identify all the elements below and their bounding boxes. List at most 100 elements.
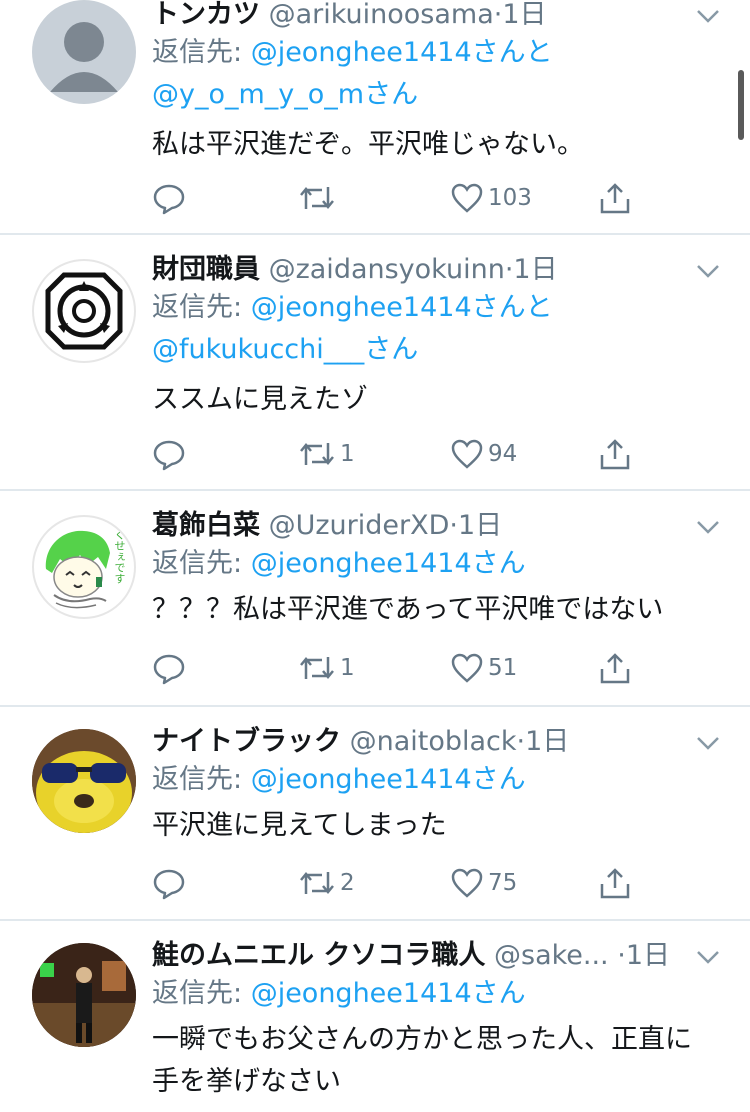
tweet-3[interactable]: くせぇです 葛飾白菜 @UzuriderXD·1日 返信先: @jeonghee… bbox=[0, 491, 750, 707]
retweet-button[interactable]: 1 bbox=[298, 434, 355, 474]
san-suffix[interactable]: さん bbox=[472, 37, 526, 68]
san-suffix[interactable]: さん bbox=[364, 334, 418, 365]
username[interactable]: @naitoblack bbox=[350, 726, 517, 757]
retweet-count: 1 bbox=[340, 655, 355, 681]
san-suffix[interactable]: さん bbox=[472, 548, 526, 579]
tweet-text: ススムに見えたゾ bbox=[152, 384, 368, 415]
share-icon bbox=[600, 868, 630, 899]
like-count: 94 bbox=[488, 441, 518, 467]
share-icon bbox=[600, 183, 630, 214]
san-suffix[interactable]: さん bbox=[472, 292, 526, 323]
timestamp[interactable]: 1日 bbox=[513, 254, 557, 285]
username[interactable]: @UzuriderXD bbox=[269, 510, 450, 541]
mention-link[interactable]: @jeonghee1414 bbox=[251, 978, 472, 1009]
mention-link[interactable]: @jeonghee1414 bbox=[251, 764, 472, 795]
tweet-header: 葛飾白菜 @UzuriderXD·1日 bbox=[152, 509, 720, 543]
username[interactable]: @sake... bbox=[494, 940, 609, 971]
chevron-down-icon[interactable] bbox=[694, 6, 722, 26]
tweet-actions: 2 75 bbox=[152, 863, 642, 903]
reply-icon bbox=[153, 184, 185, 215]
to-suffix: と bbox=[525, 37, 553, 68]
reply-button[interactable] bbox=[152, 434, 186, 474]
mention-link[interactable]: @jeonghee1414 bbox=[251, 292, 472, 323]
like-button[interactable]: 103 bbox=[450, 178, 532, 218]
reply-to-line: 返信先: @jeonghee1414さん bbox=[152, 973, 720, 1015]
tweet-header: 財団職員 @zaidansyokuinn·1日 bbox=[152, 253, 720, 287]
timestamp[interactable]: 1日 bbox=[626, 940, 670, 971]
reply-button[interactable] bbox=[152, 648, 186, 688]
like-count: 51 bbox=[488, 655, 518, 681]
stage-person-icon bbox=[32, 943, 136, 1047]
san-suffix[interactable]: さん bbox=[472, 764, 526, 795]
retweet-button[interactable]: 2 bbox=[298, 863, 355, 903]
reply-to-line: 返信先: @jeonghee1414さん bbox=[152, 759, 720, 801]
chevron-down-icon[interactable] bbox=[694, 947, 722, 967]
tweet-actions: 1 51 bbox=[152, 648, 642, 688]
tweet-text: ？？？私は平沢進であって平沢唯ではない bbox=[152, 594, 664, 625]
timestamp[interactable]: 1日 bbox=[525, 726, 569, 757]
reply-icon bbox=[153, 869, 185, 900]
share-button[interactable] bbox=[598, 648, 632, 688]
share-button[interactable] bbox=[598, 178, 632, 218]
like-button[interactable]: 94 bbox=[450, 434, 517, 474]
display-name[interactable]: ナイトブラック bbox=[152, 726, 341, 757]
like-button[interactable]: 75 bbox=[450, 863, 517, 903]
reply-prefix: 返信先: bbox=[152, 292, 251, 323]
mention-link[interactable]: @jeonghee1414 bbox=[251, 37, 472, 68]
mention-link[interactable]: @jeonghee1414 bbox=[251, 548, 472, 579]
plush-sunglasses-icon bbox=[32, 729, 136, 833]
tweet-1[interactable]: トンカツ @arikuinoosama·1日 返信先: @jeonghee141… bbox=[0, 0, 750, 235]
reply-prefix: 返信先: bbox=[152, 764, 251, 795]
reply-prefix: 返信先: bbox=[152, 548, 251, 579]
reply-icon bbox=[153, 440, 185, 471]
avatar[interactable] bbox=[32, 943, 136, 1047]
tweet-5[interactable]: 鮭のムニエル クソコラ職人 @sake... ·1日 返信先: @jeonghe… bbox=[0, 921, 750, 1112]
tweet-header: 鮭のムニエル クソコラ職人 @sake... ·1日 bbox=[152, 939, 692, 973]
chevron-down-icon[interactable] bbox=[694, 517, 722, 537]
tweet-header: トンカツ @arikuinoosama·1日 bbox=[152, 0, 720, 32]
username[interactable]: @arikuinoosama bbox=[269, 0, 494, 30]
avatar[interactable] bbox=[32, 259, 136, 363]
tweet-text: 私は平沢進だぞ。平沢唯じゃない。 bbox=[152, 129, 584, 160]
display-name[interactable]: トンカツ bbox=[152, 0, 260, 30]
tweet-text-line-1: 一瞬でもお父さんの方かと思った人、正直に bbox=[152, 1024, 692, 1055]
san-suffix[interactable]: さん bbox=[472, 978, 526, 1009]
reply-button[interactable] bbox=[152, 178, 186, 218]
retweet-button[interactable] bbox=[298, 178, 340, 218]
share-button[interactable] bbox=[598, 863, 632, 903]
tweet-text: 平沢進に見えてしまった bbox=[152, 810, 447, 841]
like-count: 75 bbox=[488, 870, 518, 896]
san-suffix[interactable]: さん bbox=[364, 79, 418, 110]
like-button[interactable]: 51 bbox=[450, 648, 517, 688]
display-name[interactable]: 葛飾白菜 bbox=[152, 510, 260, 541]
retweet-count: 1 bbox=[340, 441, 355, 467]
username[interactable]: @zaidansyokuinn bbox=[269, 254, 505, 285]
display-name[interactable]: 財団職員 bbox=[152, 254, 260, 285]
retweet-button[interactable]: 1 bbox=[298, 648, 355, 688]
tweet-actions: 103 bbox=[152, 178, 642, 218]
chevron-down-icon[interactable] bbox=[694, 261, 722, 281]
tweet-4[interactable]: ナイトブラック @naitoblack·1日 返信先: @jeonghee141… bbox=[0, 707, 750, 921]
reply-to-line: 返信先: @jeonghee1414さんと bbox=[152, 287, 720, 329]
reply-to-line-2: @y_o_m_y_o_mさん bbox=[152, 74, 720, 116]
timestamp[interactable]: 1日 bbox=[502, 0, 546, 30]
timestamp[interactable]: 1日 bbox=[458, 510, 502, 541]
display-name[interactable]: 鮭のムニエル クソコラ職人 bbox=[152, 940, 485, 971]
scrollbar[interactable] bbox=[738, 70, 744, 140]
separator-dot: · bbox=[617, 940, 626, 971]
mention-link[interactable]: @y_o_m_y_o_m bbox=[152, 79, 364, 110]
avatar[interactable]: くせぇです bbox=[32, 515, 136, 619]
reply-prefix: 返信先: bbox=[152, 37, 251, 68]
timeline: トンカツ @arikuinoosama·1日 返信先: @jeonghee141… bbox=[0, 0, 750, 1112]
reply-button[interactable] bbox=[152, 863, 186, 903]
reply-to-line: 返信先: @jeonghee1414さん bbox=[152, 543, 720, 585]
to-suffix: と bbox=[525, 292, 553, 323]
tweet-2[interactable]: 財団職員 @zaidansyokuinn·1日 返信先: @jeonghee14… bbox=[0, 235, 750, 491]
reply-to-line-2: @fukukucchi___さん bbox=[152, 329, 720, 371]
mention-link[interactable]: @fukukucchi___ bbox=[152, 334, 364, 365]
avatar[interactable] bbox=[32, 0, 136, 104]
avatar[interactable] bbox=[32, 729, 136, 833]
chevron-down-icon[interactable] bbox=[694, 733, 722, 753]
share-button[interactable] bbox=[598, 434, 632, 474]
retweet-icon bbox=[300, 657, 334, 679]
